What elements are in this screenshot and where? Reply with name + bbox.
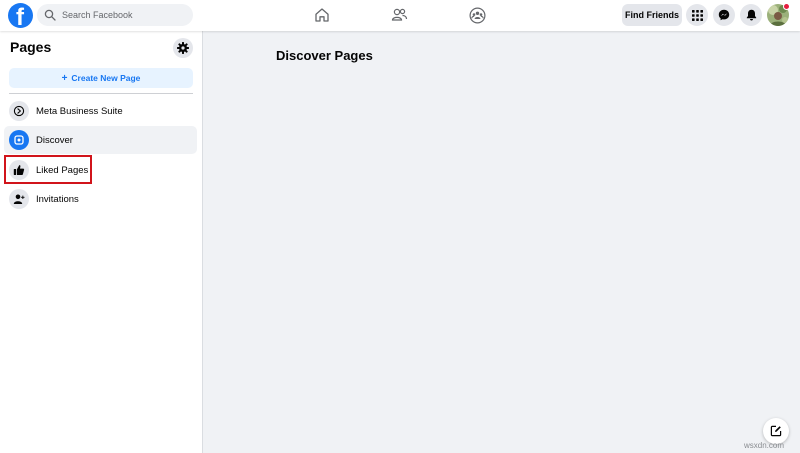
watermark: wsxdn.com	[744, 441, 785, 450]
top-navigation-bar: f Find Friends	[0, 0, 800, 31]
home-icon	[315, 8, 329, 22]
notifications-icon	[746, 9, 756, 21]
business-suite-icon	[9, 101, 29, 121]
search-box[interactable]	[37, 4, 193, 26]
home-tab[interactable]	[311, 4, 333, 26]
groups-tab[interactable]	[466, 4, 488, 26]
sidebar-item-label: Invitations	[36, 193, 79, 205]
sidebar-item-discover[interactable]: Discover	[4, 126, 197, 154]
friends-tab[interactable]	[388, 4, 410, 26]
invite-person-icon	[9, 189, 29, 209]
settings-button[interactable]	[173, 38, 193, 58]
sidebar-item-meta-business-suite[interactable]: Meta Business Suite	[4, 97, 197, 125]
find-friends-button[interactable]: Find Friends	[622, 4, 682, 26]
sidebar-divider	[9, 93, 193, 94]
gear-icon	[177, 42, 189, 54]
create-new-page-label: Create New Page	[71, 73, 141, 83]
discover-icon	[9, 130, 29, 150]
page-title: Discover Pages	[276, 48, 373, 63]
sidebar-title: Pages	[10, 39, 52, 55]
facebook-logo[interactable]: f	[8, 3, 33, 28]
sidebar-item-label: Discover	[36, 134, 73, 146]
sidebar-item-label: Liked Pages	[36, 164, 89, 176]
sidebar-item-label: Meta Business Suite	[36, 105, 123, 117]
thumbs-up-icon	[9, 160, 29, 180]
notifications-button[interactable]	[740, 4, 762, 26]
sidebar-item-invitations[interactable]: Invitations	[4, 185, 197, 213]
pages-sidebar: Pages + Create New Page Meta Business Su…	[0, 31, 203, 453]
plus-icon: +	[61, 72, 68, 84]
messenger-icon	[718, 9, 730, 21]
menu-button[interactable]	[686, 4, 708, 26]
sidebar-item-liked-pages[interactable]: Liked Pages	[4, 156, 197, 184]
messenger-button[interactable]	[713, 4, 735, 26]
friends-icon	[391, 8, 407, 21]
compose-icon	[770, 425, 782, 437]
groups-icon	[468, 6, 486, 24]
notification-badge	[783, 3, 790, 10]
search-icon	[44, 9, 56, 21]
search-input[interactable]	[62, 10, 182, 20]
create-new-page-button[interactable]: + Create New Page	[9, 68, 193, 88]
menu-grid-icon	[691, 9, 703, 21]
